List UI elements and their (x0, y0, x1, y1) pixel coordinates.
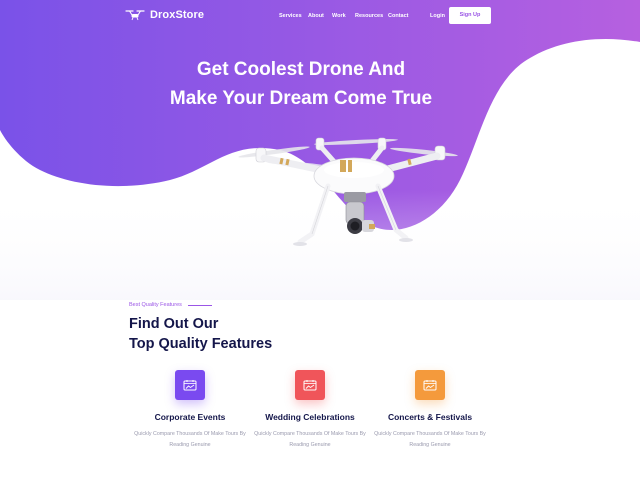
hero-heading: Get Coolest Drone And Make Your Dream Co… (0, 55, 602, 113)
kicker-divider (187, 304, 212, 306)
feature-title: Wedding Celebrations (265, 412, 355, 422)
feature-title: Corporate Events (154, 412, 226, 422)
feature-description-line-2: Reading Genuine (289, 441, 331, 448)
feature-description: Quickly Compare Thousands Of Make Tours … (247, 429, 373, 450)
top-navigation: DroxStore Services About Work Resources … (0, 0, 640, 32)
login-link[interactable]: Login (430, 13, 445, 19)
feature-description: Quickly Compare Thousands Of Make Tours … (127, 429, 253, 450)
feature-title: Concerts & Festivals (387, 412, 473, 422)
drone-image (238, 137, 458, 246)
brand-name: DroxStore (150, 9, 205, 21)
feature-description-line-1: Quickly Compare Thousands Of Make Tours … (254, 431, 366, 437)
brand-logo[interactable]: DroxStore (125, 9, 204, 21)
features-heading: Find Out Our Top Quality Features (129, 315, 272, 354)
nav-link-work[interactable]: Work (332, 13, 346, 19)
hero-heading-line-2: Make Your Dream Come True (169, 88, 433, 109)
feature-card-wedding-celebrations[interactable]: Wedding Celebrations Quickly Compare Tho… (247, 370, 373, 450)
hero-heading-line-1: Get Coolest Drone And (196, 59, 406, 80)
features-heading-line-1: Find Out Our (129, 316, 219, 332)
feature-description-line-1: Quickly Compare Thousands Of Make Tours … (134, 431, 246, 437)
calendar-chart-icon (415, 370, 445, 400)
feature-description-line-2: Reading Genuine (169, 441, 211, 448)
nav-link-services[interactable]: Services (279, 13, 302, 19)
features-kicker-text: Best Quality Features (129, 302, 182, 308)
features-kicker: Best Quality Features (129, 302, 212, 308)
feature-description: Quickly Compare Thousands Of Make Tours … (367, 429, 493, 450)
calendar-chart-icon (175, 370, 205, 400)
nav-link-about[interactable]: About (308, 13, 324, 19)
drone-logo-icon (125, 10, 145, 21)
feature-description-line-2: Reading Genuine (409, 441, 451, 448)
features-heading-line-2: Top Quality Features (129, 335, 273, 352)
landing-page: DroxStore Services About Work Resources … (0, 0, 640, 480)
nav-link-resources[interactable]: Resources (355, 13, 383, 19)
calendar-chart-icon (295, 370, 325, 400)
feature-card-corporate-events[interactable]: Corporate Events Quickly Compare Thousan… (127, 370, 253, 450)
feature-card-concerts-festivals[interactable]: Concerts & Festivals Quickly Compare Tho… (367, 370, 493, 450)
feature-description-line-1: Quickly Compare Thousands Of Make Tours … (374, 431, 486, 437)
nav-link-contact[interactable]: Contact (388, 13, 408, 19)
signup-button[interactable]: Sign Up (449, 7, 491, 24)
